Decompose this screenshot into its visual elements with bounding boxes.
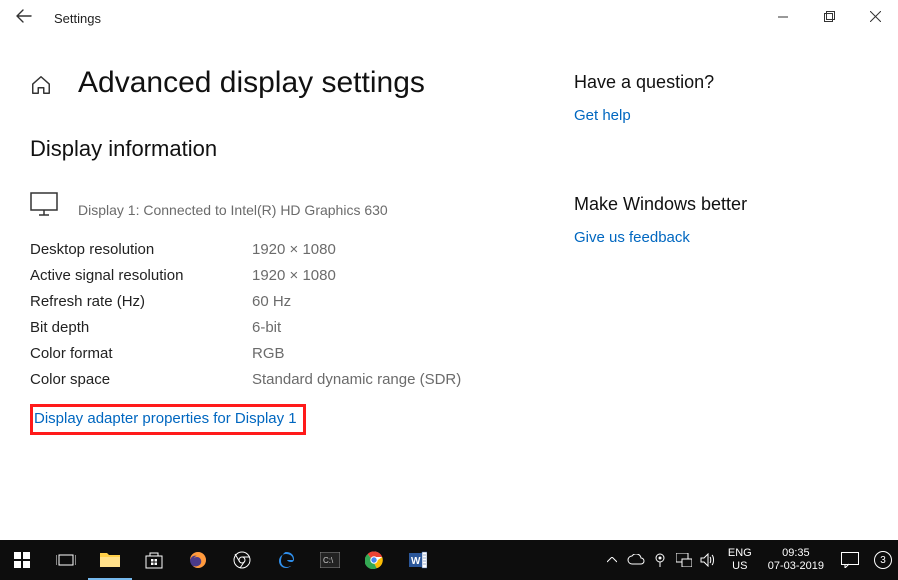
app-title: Settings — [54, 11, 101, 26]
word-button[interactable]: W — [396, 540, 440, 580]
minimize-button[interactable] — [760, 0, 806, 36]
table-row: Bit depth6-bit — [30, 314, 461, 340]
system-tray: ENG US 09:35 07-03-2019 3 — [600, 540, 898, 580]
display-connected-label: Display 1: Connected to Intel(R) HD Grap… — [78, 202, 388, 218]
highlight-box: Display adapter properties for Display 1 — [30, 404, 306, 435]
location-icon — [654, 553, 666, 567]
maximize-icon — [824, 11, 835, 22]
main-panel: Advanced display settings Display inform… — [30, 66, 570, 435]
windows-icon — [14, 552, 30, 568]
edge-button[interactable] — [264, 540, 308, 580]
start-button[interactable] — [0, 540, 44, 580]
table-row: Refresh rate (Hz)60 Hz — [30, 288, 461, 314]
clock[interactable]: 09:35 07-03-2019 — [760, 547, 832, 573]
titlebar: Settings — [0, 0, 898, 36]
prop-value: 60 Hz — [252, 288, 461, 314]
home-icon[interactable] — [30, 74, 52, 96]
volume-tray-icon[interactable] — [696, 540, 720, 580]
notification-badge[interactable]: 3 — [868, 540, 898, 580]
side-panel: Have a question? Get help Make Windows b… — [574, 66, 747, 435]
display-adapter-properties-link[interactable]: Display adapter properties for Display 1 — [34, 410, 297, 427]
prop-key: Color space — [30, 366, 252, 392]
maximize-button[interactable] — [806, 0, 852, 36]
table-row: Desktop resolution1920 × 1080 — [30, 236, 461, 262]
notification-icon — [841, 552, 859, 568]
taskview-icon — [56, 553, 76, 567]
lang-secondary: US — [728, 560, 752, 573]
prop-key: Bit depth — [30, 314, 252, 340]
prop-key: Color format — [30, 340, 252, 366]
clock-date: 07-03-2019 — [768, 560, 824, 573]
prop-key: Desktop resolution — [30, 236, 252, 262]
prop-value: RGB — [252, 340, 461, 366]
display-properties-table: Desktop resolution1920 × 1080 Active sig… — [30, 236, 461, 392]
folder-icon — [100, 551, 120, 567]
firefox-icon — [189, 551, 207, 569]
onedrive-tray-icon[interactable] — [624, 540, 648, 580]
badge-count: 3 — [880, 555, 886, 566]
close-button[interactable] — [852, 0, 898, 36]
back-arrow-icon — [16, 8, 32, 24]
chrome-color-button[interactable] — [352, 540, 396, 580]
taskview-button[interactable] — [44, 540, 88, 580]
table-row: Active signal resolution1920 × 1080 — [30, 262, 461, 288]
svg-text:C:\: C:\ — [323, 556, 334, 565]
prop-key: Refresh rate (Hz) — [30, 288, 252, 314]
svg-text:W: W — [411, 556, 421, 567]
tray-overflow-button[interactable] — [600, 540, 624, 580]
taskbar: C:\ W ENG US 09:35 07-03-2019 3 — [0, 540, 898, 580]
chrome-button[interactable] — [220, 540, 264, 580]
edge-icon — [277, 551, 295, 569]
prop-value: 1920 × 1080 — [252, 262, 461, 288]
section-title: Display information — [30, 136, 570, 162]
table-row: Color spaceStandard dynamic range (SDR) — [30, 366, 461, 392]
terminal-icon: C:\ — [320, 552, 340, 568]
prop-value: Standard dynamic range (SDR) — [252, 366, 461, 392]
minimize-icon — [778, 12, 788, 22]
back-button[interactable] — [0, 8, 48, 29]
close-icon — [870, 11, 881, 22]
page-title: Advanced display settings — [78, 66, 425, 100]
file-explorer-button[interactable] — [88, 540, 132, 580]
get-help-link[interactable]: Get help — [574, 107, 747, 124]
prop-key: Active signal resolution — [30, 262, 252, 288]
prop-value: 6-bit — [252, 314, 461, 340]
speaker-icon — [700, 553, 716, 567]
chrome-icon — [365, 551, 383, 569]
action-center-button[interactable] — [832, 540, 868, 580]
lang-primary: ENG — [728, 547, 752, 560]
location-tray-icon[interactable] — [648, 540, 672, 580]
word-icon: W — [409, 551, 427, 569]
chrome-outline-icon — [233, 551, 251, 569]
give-feedback-link[interactable]: Give us feedback — [574, 229, 747, 246]
chevron-up-icon — [607, 557, 617, 563]
network-tray-icon[interactable] — [672, 540, 696, 580]
language-indicator[interactable]: ENG US — [720, 547, 760, 573]
ethernet-icon — [676, 553, 692, 567]
firefox-button[interactable] — [176, 540, 220, 580]
question-heading: Have a question? — [574, 72, 747, 93]
cloud-icon — [627, 554, 645, 566]
store-button[interactable] — [132, 540, 176, 580]
terminal-button[interactable]: C:\ — [308, 540, 352, 580]
monitor-icon — [30, 192, 58, 216]
clock-time: 09:35 — [768, 547, 824, 560]
table-row: Color formatRGB — [30, 340, 461, 366]
feedback-heading: Make Windows better — [574, 194, 747, 215]
prop-value: 1920 × 1080 — [252, 236, 461, 262]
badge-circle: 3 — [874, 551, 892, 569]
store-icon — [145, 551, 163, 569]
